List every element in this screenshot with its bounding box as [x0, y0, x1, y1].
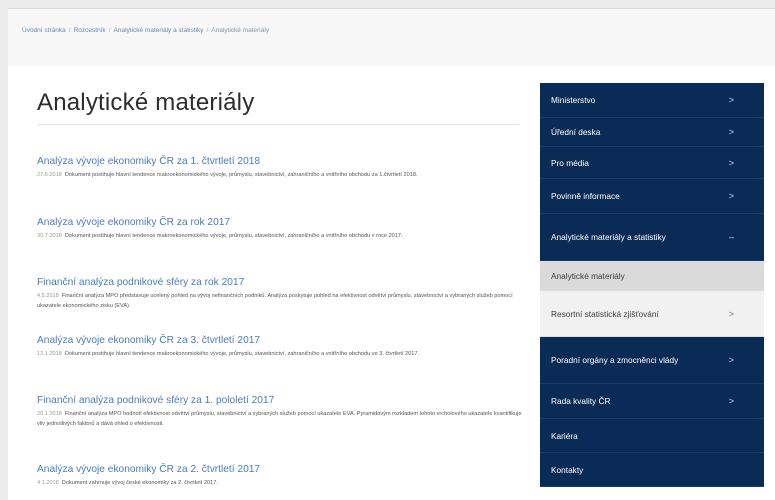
title-divider [37, 124, 519, 125]
article-text: Dokument zahrnuje vývoj české ekonomiky … [61, 480, 218, 486]
sidebar-item-ministerstvo[interactable]: Ministerstvo > [540, 83, 764, 118]
sidebar-item-uredni-deska[interactable]: Úřední deska > [540, 118, 764, 147]
breadcrumb-link-rozcestnik[interactable]: Rozcestník [74, 27, 106, 34]
sidebar-item-label: Analytické materiály [551, 270, 625, 281]
article-text: Finanční analýza MPO představuje ucelený… [37, 293, 513, 309]
sidebar-item-pro-media[interactable]: Pro média > [540, 147, 764, 179]
article-text: Dokument postihuje hlavní tendence makro… [64, 233, 403, 239]
chevron-right-icon: > [728, 191, 734, 201]
article-date: 30.7.2018 [37, 233, 62, 239]
article-title-link[interactable]: Analýza vývoje ekonomiky ČR za rok 2017 [37, 216, 522, 229]
collapse-icon: – [728, 232, 734, 242]
article-item: Analýza vývoje ekonomiky ČR za 2. čtvrtl… [37, 463, 522, 489]
sidebar-nav: Ministerstvo > Úřední deska > Pro média … [540, 83, 764, 500]
article-title-link[interactable]: Analýza vývoje ekonomiky ČR za 2. čtvrtl… [37, 463, 522, 476]
article-description: 27.6.2018 Dokument postihuje hlavní tende… [37, 171, 522, 181]
sidebar-item-analyticke-materialy-a-statistiky[interactable]: Analytické materiály a statistiky – [540, 214, 764, 261]
breadcrumb-separator: / [108, 27, 111, 34]
article-date: 12.1.2018 [37, 351, 62, 357]
chevron-right-icon: > [728, 396, 734, 406]
breadcrumb-separator: / [68, 27, 71, 34]
sidebar-item-label: Rada kvality ČR [551, 396, 611, 406]
article-title-link[interactable]: Finanční analýza podnikové sféry za 1. p… [37, 394, 522, 407]
breadcrumb-separator: / [206, 27, 209, 34]
article-title-link[interactable]: Analýza vývoje ekonomiky ČR za 1. čtvrtl… [37, 155, 522, 168]
article-text: Finanční analýza MPO hodnotí efektivnost… [37, 411, 522, 427]
page-title: Analytické materiály [37, 89, 255, 116]
article-title-link[interactable]: Analýza vývoje ekonomiky ČR za 3. čtvrtl… [37, 334, 522, 347]
article-date: 20.1.2018 [37, 411, 62, 417]
sidebar-item-rada-kvality[interactable]: Rada kvality ČR > [540, 384, 764, 419]
article-description: 30.7.2018 Dokument postihuje hlavní tende… [37, 232, 522, 242]
article-title-link[interactable]: Finanční analýza podnikové sféry za rok … [37, 276, 522, 289]
article-item: Analýza vývoje ekonomiky ČR za rok 2017 … [37, 216, 522, 242]
sidebar-item-kariera[interactable]: Kariéra [540, 419, 764, 453]
chevron-right-icon: > [728, 127, 734, 137]
article-date: 4.5.2018 [37, 293, 59, 299]
sidebar-item-analyticke-materialy[interactable]: Analytické materiály [540, 261, 764, 291]
article-description: 12.1.2018 Dokument postihuje hlavní tende… [37, 350, 522, 360]
sidebar-item-label: Poradní orgány a zmocněnci vlády [551, 355, 679, 365]
article-description: 4.1.2018 Dokument zahrnuje vývoj české ek… [37, 479, 522, 489]
article-item: Finanční analýza podnikové sféry za rok … [37, 276, 522, 311]
breadcrumb-bar [8, 8, 775, 66]
sidebar-item-povinne-informace[interactable]: Povinně informace > [540, 179, 764, 214]
sidebar-item-label: Analytické materiály a statistiky [551, 232, 666, 242]
breadcrumb-link-analytics[interactable]: Analytické materiály a statistiky [114, 27, 204, 34]
article-description: 4.5.2018 Finanční analýza MPO představuje… [37, 292, 522, 311]
sidebar-item-label: Pro média [551, 157, 589, 168]
chevron-right-icon: > [728, 355, 734, 365]
article-item: Finanční analýza podnikové sféry za 1. p… [37, 394, 522, 429]
article-item: Analýza vývoje ekonomiky ČR za 3. čtvrtl… [37, 334, 522, 360]
chevron-right-icon: > [728, 95, 734, 105]
article-date: 27.6.2018 [37, 172, 62, 178]
article-text: Dokument postihuje hlavní tendence makro… [64, 172, 418, 178]
sidebar-item-label: Kariéra [551, 430, 578, 441]
sidebar-item-label: Resortní statistická zjišťování [551, 308, 659, 319]
sidebar-item-label: Povinně informace [551, 191, 620, 201]
chevron-right-icon: > [728, 308, 734, 319]
article-text: Dokument postihuje hlavní tendence makro… [64, 351, 420, 357]
article-item: Analýza vývoje ekonomiky ČR za 1. čtvrtl… [37, 155, 522, 181]
sidebar-item-poradni-organy[interactable]: Poradní orgány a zmocněnci vlády > [540, 337, 764, 384]
sidebar-item-resortni-statisticka-zjistovani[interactable]: Resortní statistická zjišťování > [540, 291, 764, 337]
sidebar-item-label: Kontakty [551, 464, 584, 475]
breadcrumb-link-home[interactable]: Úvodní stránka [22, 27, 66, 34]
article-description: 20.1.2018 Finanční analýza MPO hodnotí ef… [37, 410, 522, 429]
sidebar-item-label: Ministerstvo [551, 95, 596, 105]
breadcrumb-current: Analytické materiály [211, 27, 270, 34]
sidebar-item-label: Úřední deska [551, 127, 601, 137]
chevron-right-icon: > [728, 157, 734, 168]
sidebar-item-kontakty[interactable]: Kontakty [540, 453, 764, 487]
breadcrumb: Úvodní stránka / Rozcestník / Analytické mat… [22, 27, 269, 34]
article-date: 4.1.2018 [37, 480, 59, 486]
